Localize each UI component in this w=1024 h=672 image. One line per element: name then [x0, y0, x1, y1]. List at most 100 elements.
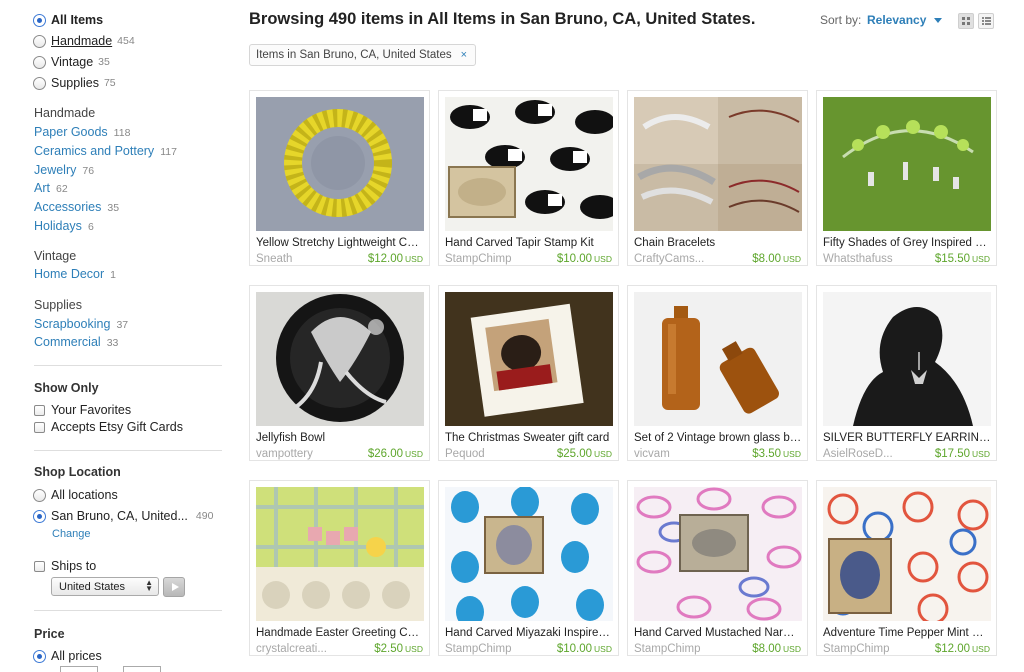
listing-title[interactable]: Hand Carved Tapir Stamp Kit	[445, 237, 613, 249]
listing-title[interactable]: Set of 2 Vintage brown glass bottles	[634, 432, 802, 444]
listing-image-butterfly-earring[interactable]	[823, 292, 991, 426]
listing-shop[interactable]: StampChimp	[634, 643, 734, 655]
category-link[interactable]: Jewelry 76	[34, 163, 94, 177]
listing-card[interactable]: Handmade Easter Greeting Card crystalcre…	[249, 480, 430, 656]
listing-shop[interactable]: StampChimp	[445, 643, 545, 655]
close-icon[interactable]: ×	[461, 49, 467, 61]
checkbox-your-favorites[interactable]: Your Favorites	[34, 403, 131, 417]
listing-card[interactable]: Fifty Shades of Grey Inspired Bracelet W…	[816, 90, 997, 266]
listing-price: $3.50 USD	[752, 448, 801, 460]
listing-shop[interactable]: AsielRoseD...	[823, 448, 923, 460]
listing-image-tapir-stamp[interactable]	[445, 97, 613, 231]
listing-image-jellyfish-bowl[interactable]	[256, 292, 424, 426]
filter-handmade[interactable]: Handmade 454	[33, 34, 135, 48]
listing-title[interactable]: Adventure Time Pepper Mint Butler Stamp	[823, 627, 991, 639]
listing-title[interactable]: The Christmas Sweater gift card	[445, 432, 613, 444]
checkbox-label: Your Favorites	[51, 403, 132, 417]
radio-icon[interactable]	[33, 34, 46, 48]
category-link[interactable]: Scrapbooking 37	[34, 317, 128, 331]
chevron-down-icon[interactable]	[934, 18, 942, 23]
listing-image-adventure-time-stamp[interactable]	[823, 487, 991, 621]
change-location-link[interactable]: Change	[52, 528, 91, 540]
checkbox-gift-cards[interactable]: Accepts Etsy Gift Cards	[34, 420, 183, 434]
country-select[interactable]: United States ▲ ▼	[51, 577, 159, 596]
sort-dropdown[interactable]: Relevancy	[867, 13, 926, 27]
price-value: $10.00	[556, 253, 593, 265]
radio-selected-icon[interactable]	[33, 13, 46, 27]
price-max-input[interactable]	[123, 666, 161, 672]
listing-card[interactable]: SILVER BUTTERFLY EARRINGS AsielRoseD... …	[816, 285, 997, 461]
listing-shop[interactable]: vicvam	[634, 448, 734, 460]
listing-title[interactable]: Jellyfish Bowl	[256, 432, 424, 444]
listing-card[interactable]: Set of 2 Vintage brown glass bottles vic…	[627, 285, 808, 461]
listing-image-easter-card[interactable]	[256, 487, 424, 621]
listing-title[interactable]: Handmade Easter Greeting Card	[256, 627, 424, 639]
listing-price: $26.00 USD	[368, 448, 423, 460]
radio-selected-icon[interactable]	[33, 509, 46, 523]
listing-card[interactable]: Adventure Time Pepper Mint Butler Stamp …	[816, 480, 997, 656]
price-all[interactable]: All prices	[33, 649, 102, 663]
listing-image-mustache-stamp[interactable]	[634, 487, 802, 621]
listing-shop[interactable]: crystalcreati...	[256, 643, 356, 655]
checkbox-ships-to[interactable]: Ships to	[34, 559, 96, 573]
listing-card[interactable]: Yellow Stretchy Lightweight Chainmaille …	[249, 90, 430, 266]
listing-title[interactable]: SILVER BUTTERFLY EARRINGS	[823, 432, 991, 444]
category-link[interactable]: Ceramics and Pottery 117	[34, 144, 177, 158]
listing-shop[interactable]: Pequod	[445, 448, 545, 460]
listing-title[interactable]: Chain Bracelets	[634, 237, 802, 249]
category-count: 76	[82, 165, 95, 177]
listing-shop[interactable]: StampChimp	[445, 253, 545, 265]
listing-card[interactable]: The Christmas Sweater gift card Pequod $…	[438, 285, 619, 461]
listing-title[interactable]: Yellow Stretchy Lightweight Chainmaille …	[256, 237, 424, 249]
category-count: 1	[110, 269, 117, 281]
radio-selected-icon[interactable]	[33, 649, 46, 663]
filter-all-items[interactable]: All Items	[33, 13, 103, 27]
listing-card[interactable]: Hand Carved Mustached Narwhal Stamp Stam…	[627, 480, 808, 656]
listing-image-pug-card[interactable]	[445, 292, 613, 426]
radio-icon[interactable]	[33, 76, 46, 90]
category-link[interactable]: Paper Goods 118	[34, 125, 130, 139]
location-label: San Bruno, CA, United...	[51, 509, 188, 523]
filter-vintage[interactable]: Vintage 35	[33, 55, 110, 69]
location-selected[interactable]: San Bruno, CA, United... 490	[33, 509, 213, 523]
listing-title[interactable]: Fifty Shades of Grey Inspired Bracelet	[823, 237, 991, 249]
listing-shop[interactable]: CraftyCams...	[634, 253, 734, 265]
category-link[interactable]: Accessories 35	[34, 200, 119, 214]
listing-title[interactable]: Hand Carved Miyazaki Inspired Stamp	[445, 627, 613, 639]
page-title: Browsing 490 items in All Items in San B…	[249, 10, 756, 28]
category-link[interactable]: Home Decor 1	[34, 267, 116, 281]
checkbox-icon[interactable]	[34, 404, 45, 416]
listing-card[interactable]: Hand Carved Miyazaki Inspired Stamp Stam…	[438, 480, 619, 656]
listing-card[interactable]: Jellyfish Bowl vampottery $26.00 USD	[249, 285, 430, 461]
listing-image-green-bracelet[interactable]	[823, 97, 991, 231]
listing-shop[interactable]: vampottery	[256, 448, 356, 460]
listing-shop[interactable]: StampChimp	[823, 643, 923, 655]
checkbox-icon[interactable]	[34, 560, 45, 572]
list-view-button[interactable]	[978, 13, 994, 29]
listing-shop[interactable]: Whatsthafuss	[823, 253, 923, 265]
listing-image-brown-bottles[interactable]	[634, 292, 802, 426]
price-min-input[interactable]	[60, 666, 98, 672]
price-value: $10.00	[556, 643, 593, 655]
location-all[interactable]: All locations	[33, 488, 118, 502]
grid-view-button[interactable]	[958, 13, 974, 29]
listing-shop[interactable]: Sneath	[256, 253, 356, 265]
listing-image-totoro-stamp[interactable]	[445, 487, 613, 621]
category-link[interactable]: Commercial 33	[34, 335, 118, 349]
category-link[interactable]: Art 62	[34, 181, 68, 195]
listing-card[interactable]: Hand Carved Tapir Stamp Kit StampChimp $…	[438, 90, 619, 266]
category-label: Art	[34, 181, 50, 195]
category-link[interactable]: Holidays 6	[34, 219, 94, 233]
radio-icon[interactable]	[33, 488, 46, 502]
listing-image-yellow-bracelet[interactable]	[256, 97, 424, 231]
listing-image-chain-bracelets[interactable]	[634, 97, 802, 231]
price-currency: USD	[783, 644, 801, 654]
ships-to-go-button[interactable]	[163, 577, 185, 597]
listing-title[interactable]: Hand Carved Mustached Narwhal Stamp	[634, 627, 802, 639]
checkbox-icon[interactable]	[34, 421, 45, 433]
filter-supplies[interactable]: Supplies 75	[33, 76, 116, 90]
listing-card[interactable]: Chain Bracelets CraftyCams... $8.00 USD	[627, 90, 808, 266]
radio-icon[interactable]	[33, 55, 46, 69]
listing-price: $2.50 USD	[374, 643, 423, 655]
location-label: All locations	[51, 488, 118, 502]
